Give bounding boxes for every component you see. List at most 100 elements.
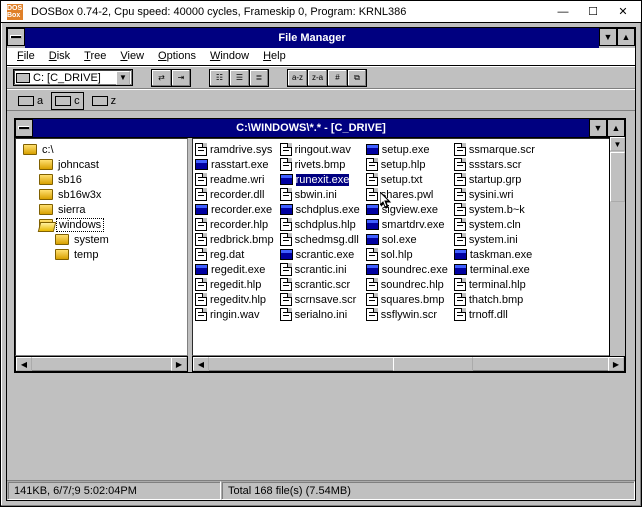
file-item[interactable]: scrantic.ini	[280, 262, 366, 277]
file-item[interactable]: sol.hlp	[366, 247, 454, 262]
menu-window[interactable]: Window	[210, 50, 249, 63]
file-item[interactable]: ssmarque.scr	[454, 142, 541, 157]
file-item[interactable]: scrnsave.scr	[280, 292, 366, 307]
file-item[interactable]: startup.grp	[454, 172, 541, 187]
file-item[interactable]: ramdrive.sys	[195, 142, 280, 157]
tree-item-temp[interactable]: temp	[20, 247, 183, 262]
drive-combo[interactable]: C: [C_DRIVE] ▼	[13, 69, 133, 86]
file-item[interactable]: recorder.hlp	[195, 217, 280, 232]
file-item[interactable]: scrantic.exe	[280, 247, 366, 262]
file-item[interactable]: shares.pwl	[366, 187, 454, 202]
file-item[interactable]: taskman.exe	[454, 247, 541, 262]
toolbar-button[interactable]: ☰	[229, 69, 249, 87]
file-item[interactable]: soundrec.hlp	[366, 277, 454, 292]
file-item[interactable]: ringout.wav	[280, 142, 366, 157]
minimize-icon[interactable]: ▼	[589, 119, 607, 137]
menu-file[interactable]: File	[17, 50, 35, 63]
menu-options[interactable]: Options	[158, 50, 196, 63]
scroll-left-icon[interactable]: ◀	[193, 357, 209, 371]
toolbar-button[interactable]: z-a	[307, 69, 327, 87]
file-item[interactable]: schdplus.hlp	[280, 217, 366, 232]
maximize-icon[interactable]: ▲	[607, 119, 625, 137]
file-item[interactable]: system.cln	[454, 217, 541, 232]
tree-item-windows[interactable]: windows	[20, 217, 183, 232]
file-item[interactable]: terminal.hlp	[454, 277, 541, 292]
scroll-right-icon[interactable]: ▶	[608, 357, 624, 371]
file-item[interactable]: redbrick.bmp	[195, 232, 280, 247]
tree-item-sb16w3x[interactable]: sb16w3x	[20, 187, 183, 202]
scroll-right-icon[interactable]: ▶	[171, 357, 187, 371]
file-item[interactable]: ssflywin.scr	[366, 307, 454, 322]
file-item[interactable]: recorder.dll	[195, 187, 280, 202]
file-item[interactable]: rasstart.exe	[195, 157, 280, 172]
close-button[interactable]: ✕	[615, 5, 631, 19]
minimize-button[interactable]: —	[555, 5, 571, 19]
file-item[interactable]: regedit.exe	[195, 262, 280, 277]
file-item[interactable]: sol.exe	[366, 232, 454, 247]
chevron-down-icon[interactable]: ▼	[116, 71, 130, 85]
tree-item-sierra[interactable]: sierra	[20, 202, 183, 217]
scroll-left-icon[interactable]: ◀	[16, 357, 32, 371]
toolbar-button[interactable]: ⇄	[151, 69, 171, 87]
file-item[interactable]: serialno.ini	[280, 307, 366, 322]
toolbar-button[interactable]: ⧉	[347, 69, 367, 87]
file-item[interactable]: trnoff.dll	[454, 307, 541, 322]
minimize-icon[interactable]: ▼	[599, 28, 617, 46]
tree-item-c[interactable]: c:\	[20, 142, 183, 157]
toolbar-button[interactable]: a-z	[287, 69, 307, 87]
file-item[interactable]: setup.hlp	[366, 157, 454, 172]
system-menu-icon[interactable]	[15, 119, 33, 137]
tree-pane[interactable]: c:\johncastsb16sb16w3xsierrawindowssyste…	[15, 138, 188, 356]
menu-help[interactable]: Help	[263, 50, 286, 63]
file-item[interactable]: readme.wri	[195, 172, 280, 187]
file-manager-caption[interactable]: File Manager ▼ ▲	[7, 28, 635, 48]
file-item[interactable]: system.ini	[454, 232, 541, 247]
menu-tree[interactable]: Tree	[84, 50, 106, 63]
drive-button-z[interactable]: z	[89, 93, 120, 109]
toolbar-button[interactable]: #	[327, 69, 347, 87]
toolbar-button[interactable]: ⇥	[171, 69, 191, 87]
file-item[interactable]: smartdrv.exe	[366, 217, 454, 232]
file-item[interactable]: system.b~k	[454, 202, 541, 217]
file-item[interactable]: soundrec.exe	[366, 262, 454, 277]
scroll-down-icon[interactable]: ▼	[610, 137, 625, 151]
file-item[interactable]: setup.txt	[366, 172, 454, 187]
file-item[interactable]: terminal.exe	[454, 262, 541, 277]
scroll-thumb[interactable]	[393, 357, 473, 371]
drive-button-c[interactable]: c	[52, 93, 83, 109]
file-item[interactable]: schdplus.exe	[280, 202, 366, 217]
dosbox-titlebar[interactable]: DOS Box DOSBox 0.74-2, Cpu speed: 40000 …	[1, 1, 641, 23]
file-item[interactable]: ssstars.scr	[454, 157, 541, 172]
maximize-icon[interactable]: ▲	[617, 28, 635, 46]
mdi-workspace[interactable]: C:\WINDOWS\*.* - [C_DRIVE] ▼ ▲ c:\johnca…	[10, 114, 632, 478]
file-item[interactable]: sigview.exe	[366, 202, 454, 217]
toolbar-button[interactable]: ≣	[249, 69, 269, 87]
file-item[interactable]: regedit.hlp	[195, 277, 280, 292]
tree-hscroll[interactable]: ◀ ▶	[15, 356, 188, 372]
list-hscroll[interactable]: ◀ ▶	[192, 356, 625, 372]
system-menu-icon[interactable]	[7, 28, 25, 46]
file-item[interactable]: recorder.exe	[195, 202, 280, 217]
maximize-button[interactable]: ☐	[585, 5, 601, 19]
menu-view[interactable]: View	[120, 50, 144, 63]
file-item[interactable]: rivets.bmp	[280, 157, 366, 172]
file-item[interactable]: runexit.exe	[280, 172, 366, 187]
file-item[interactable]: regeditv.hlp	[195, 292, 280, 307]
tree-item-sb16[interactable]: sb16	[20, 172, 183, 187]
tree-item-system[interactable]: system	[20, 232, 183, 247]
toolbar-button[interactable]: ☷	[209, 69, 229, 87]
drive-button-a[interactable]: a	[15, 93, 46, 109]
file-item[interactable]: ringin.wav	[195, 307, 280, 322]
file-item[interactable]: squares.bmp	[366, 292, 454, 307]
file-item[interactable]: thatch.bmp	[454, 292, 541, 307]
file-item[interactable]: setup.exe	[366, 142, 454, 157]
tree-item-johncast[interactable]: johncast	[20, 157, 183, 172]
file-item[interactable]: schedmsg.dll	[280, 232, 366, 247]
file-item[interactable]: sbwin.ini	[280, 187, 366, 202]
scroll-thumb[interactable]	[610, 152, 625, 202]
menu-disk[interactable]: Disk	[49, 50, 70, 63]
file-item[interactable]: reg.dat	[195, 247, 280, 262]
file-item[interactable]: scrantic.scr	[280, 277, 366, 292]
file-item[interactable]: sysini.wri	[454, 187, 541, 202]
directory-caption[interactable]: C:\WINDOWS\*.* - [C_DRIVE] ▼ ▲	[15, 119, 625, 137]
